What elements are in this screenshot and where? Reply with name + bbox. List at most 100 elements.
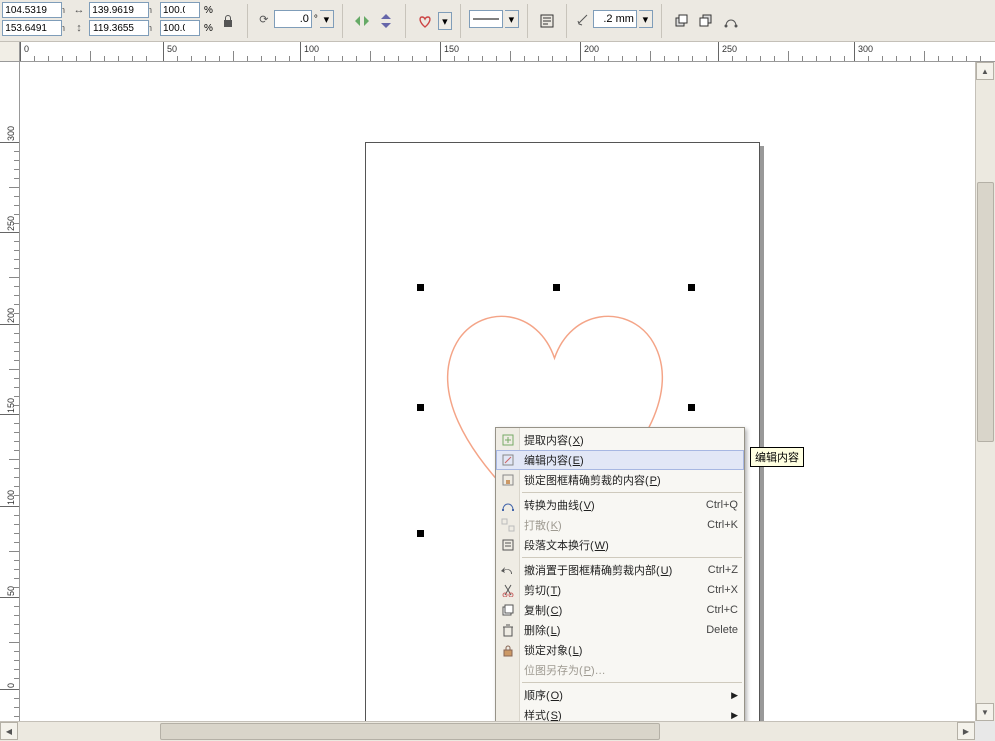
- selection-handle[interactable]: [688, 404, 695, 411]
- context-menu-item[interactable]: 删除(L) Delete: [496, 620, 744, 640]
- rotate-icon: ⟳: [256, 11, 272, 27]
- blank-icon: [499, 686, 517, 704]
- lock-ratio-button[interactable]: [217, 10, 239, 32]
- copy-icon: [499, 601, 517, 619]
- separator: [405, 4, 406, 38]
- rotation-group: ⟳ ° ▾: [256, 10, 334, 28]
- submenu-arrow-icon: ▶: [731, 690, 738, 701]
- horizontal-scrollbar[interactable]: ◀ ▶: [0, 721, 975, 741]
- vertical-ruler[interactable]: 300250200150100500: [0, 62, 20, 721]
- width-input[interactable]: [89, 2, 149, 18]
- wrap-icon: [499, 536, 517, 554]
- context-menu-item-label: 删除(L): [524, 622, 702, 638]
- h-ruler-tick: 250: [718, 42, 719, 62]
- scroll-thumb-h[interactable]: [160, 723, 660, 740]
- shape-dropdown[interactable]: ▾: [438, 12, 452, 30]
- vertical-scrollbar[interactable]: ▲ ▼: [975, 62, 995, 721]
- to-back-button[interactable]: [694, 10, 716, 32]
- line-width-input[interactable]: [593, 10, 637, 28]
- selection-handle[interactable]: [417, 404, 424, 411]
- v-ruler-tick: 200: [0, 324, 19, 325]
- context-menu-item: 位图另存为(P)…: [496, 660, 744, 680]
- position-group: mm mm: [2, 2, 65, 36]
- scroll-thumb-v[interactable]: [977, 182, 994, 442]
- context-menu-item-label: 锁定对象(L): [524, 642, 738, 658]
- context-menu-shortcut: Delete: [706, 624, 738, 636]
- context-menu-item[interactable]: 顺序(O)▶: [496, 685, 744, 705]
- context-menu-item[interactable]: 锁定图框精确剪裁的内容(P): [496, 470, 744, 490]
- context-menu-item[interactable]: 撤消置于图框精确剪裁内部(U)Ctrl+Z: [496, 560, 744, 580]
- scroll-left-button[interactable]: ◀: [0, 722, 18, 740]
- context-menu-item[interactable]: 剪切(T)Ctrl+X: [496, 580, 744, 600]
- h-ruler-tick: 50: [163, 42, 164, 62]
- h-ruler-tick: 300: [854, 42, 855, 62]
- rotation-input[interactable]: [274, 10, 312, 28]
- v-ruler-tick: 50: [0, 597, 19, 598]
- v-ruler-tick: 150: [0, 414, 19, 415]
- scroll-right-button[interactable]: ▶: [957, 722, 975, 740]
- selection-handle[interactable]: [688, 284, 695, 291]
- context-menu-item-label: 打散(K): [524, 517, 703, 533]
- canvas[interactable]: 提取内容(X)编辑内容(E)锁定图框精确剪裁的内容(P)转换为曲线(V)Ctrl…: [20, 62, 975, 721]
- separator: [247, 4, 248, 38]
- cut-icon: [499, 581, 517, 599]
- context-menu-item[interactable]: 样式(S) ▶: [496, 705, 744, 721]
- v-ruler-tick: 300: [0, 142, 19, 143]
- context-menu-item: 打散(K) Ctrl+K: [496, 515, 744, 535]
- context-menu-item-label: 段落文本换行(W): [524, 537, 738, 553]
- line-style-caret[interactable]: ▾: [505, 10, 519, 28]
- scale-y-input[interactable]: [160, 20, 200, 36]
- context-menu-separator: [522, 492, 742, 493]
- horizontal-ruler[interactable]: 050100150200250300: [20, 42, 995, 62]
- extract-icon: [499, 431, 517, 449]
- heart-shape-button[interactable]: [414, 10, 436, 32]
- separator: [566, 4, 567, 38]
- line-width-group: ▾: [575, 10, 653, 28]
- context-menu-item[interactable]: 复制(C) Ctrl+C: [496, 600, 744, 620]
- y-input[interactable]: [2, 20, 62, 36]
- context-menu-item-label: 转换为曲线(V): [524, 497, 702, 513]
- blank-icon: [499, 706, 517, 721]
- context-menu-item[interactable]: 编辑内容(E): [496, 450, 744, 470]
- context-menu-item-label: 样式(S): [524, 707, 727, 721]
- separator: [342, 4, 343, 38]
- context-menu-shortcut: Ctrl+X: [707, 584, 738, 596]
- to-front-button[interactable]: [670, 10, 692, 32]
- separator: [460, 4, 461, 38]
- line-width-dropdown[interactable]: ▾: [639, 10, 653, 28]
- submenu-arrow-icon: ▶: [731, 710, 738, 721]
- selection-handle[interactable]: [417, 284, 424, 291]
- context-menu-item-label: 复制(C): [524, 602, 703, 618]
- h-ruler-tick: 150: [440, 42, 441, 62]
- outline-icon: [575, 11, 591, 27]
- selection-handle[interactable]: [417, 530, 424, 537]
- mirror-v-button[interactable]: [375, 10, 397, 32]
- context-menu-item[interactable]: 转换为曲线(V)Ctrl+Q: [496, 495, 744, 515]
- v-ruler-tick: 250: [0, 232, 19, 233]
- scroll-down-button[interactable]: ▼: [976, 703, 994, 721]
- context-menu-shortcut: Ctrl+K: [707, 519, 738, 531]
- context-menu-item[interactable]: 提取内容(X): [496, 430, 744, 450]
- line-style-dropdown[interactable]: [469, 10, 503, 28]
- width-icon: ↔: [71, 2, 87, 18]
- height-input[interactable]: [89, 20, 149, 36]
- selection-handle[interactable]: [553, 284, 560, 291]
- h-ruler-tick: 200: [580, 42, 581, 62]
- scale-x-input[interactable]: [160, 2, 200, 18]
- scroll-up-button[interactable]: ▲: [976, 62, 994, 80]
- separator: [661, 4, 662, 38]
- context-menu-item[interactable]: 段落文本换行(W): [496, 535, 744, 555]
- context-menu-item-label: 位图另存为(P)…: [524, 662, 738, 678]
- context-menu-shortcut: Ctrl+C: [707, 604, 738, 616]
- context-menu-item[interactable]: 锁定对象(L): [496, 640, 744, 660]
- height-icon: ↕: [71, 20, 87, 36]
- wrap-text-button[interactable]: [536, 10, 558, 32]
- convert-curves-button[interactable]: [720, 10, 742, 32]
- v-ruler-tick: 100: [0, 506, 19, 507]
- context-menu-item-label: 锁定图框精确剪裁的内容(P): [524, 472, 738, 488]
- x-input[interactable]: [2, 2, 62, 18]
- rotation-dropdown[interactable]: ▾: [320, 10, 334, 28]
- mirror-h-button[interactable]: [351, 10, 373, 32]
- ruler-origin[interactable]: [0, 42, 20, 62]
- lock-icon: [499, 471, 517, 489]
